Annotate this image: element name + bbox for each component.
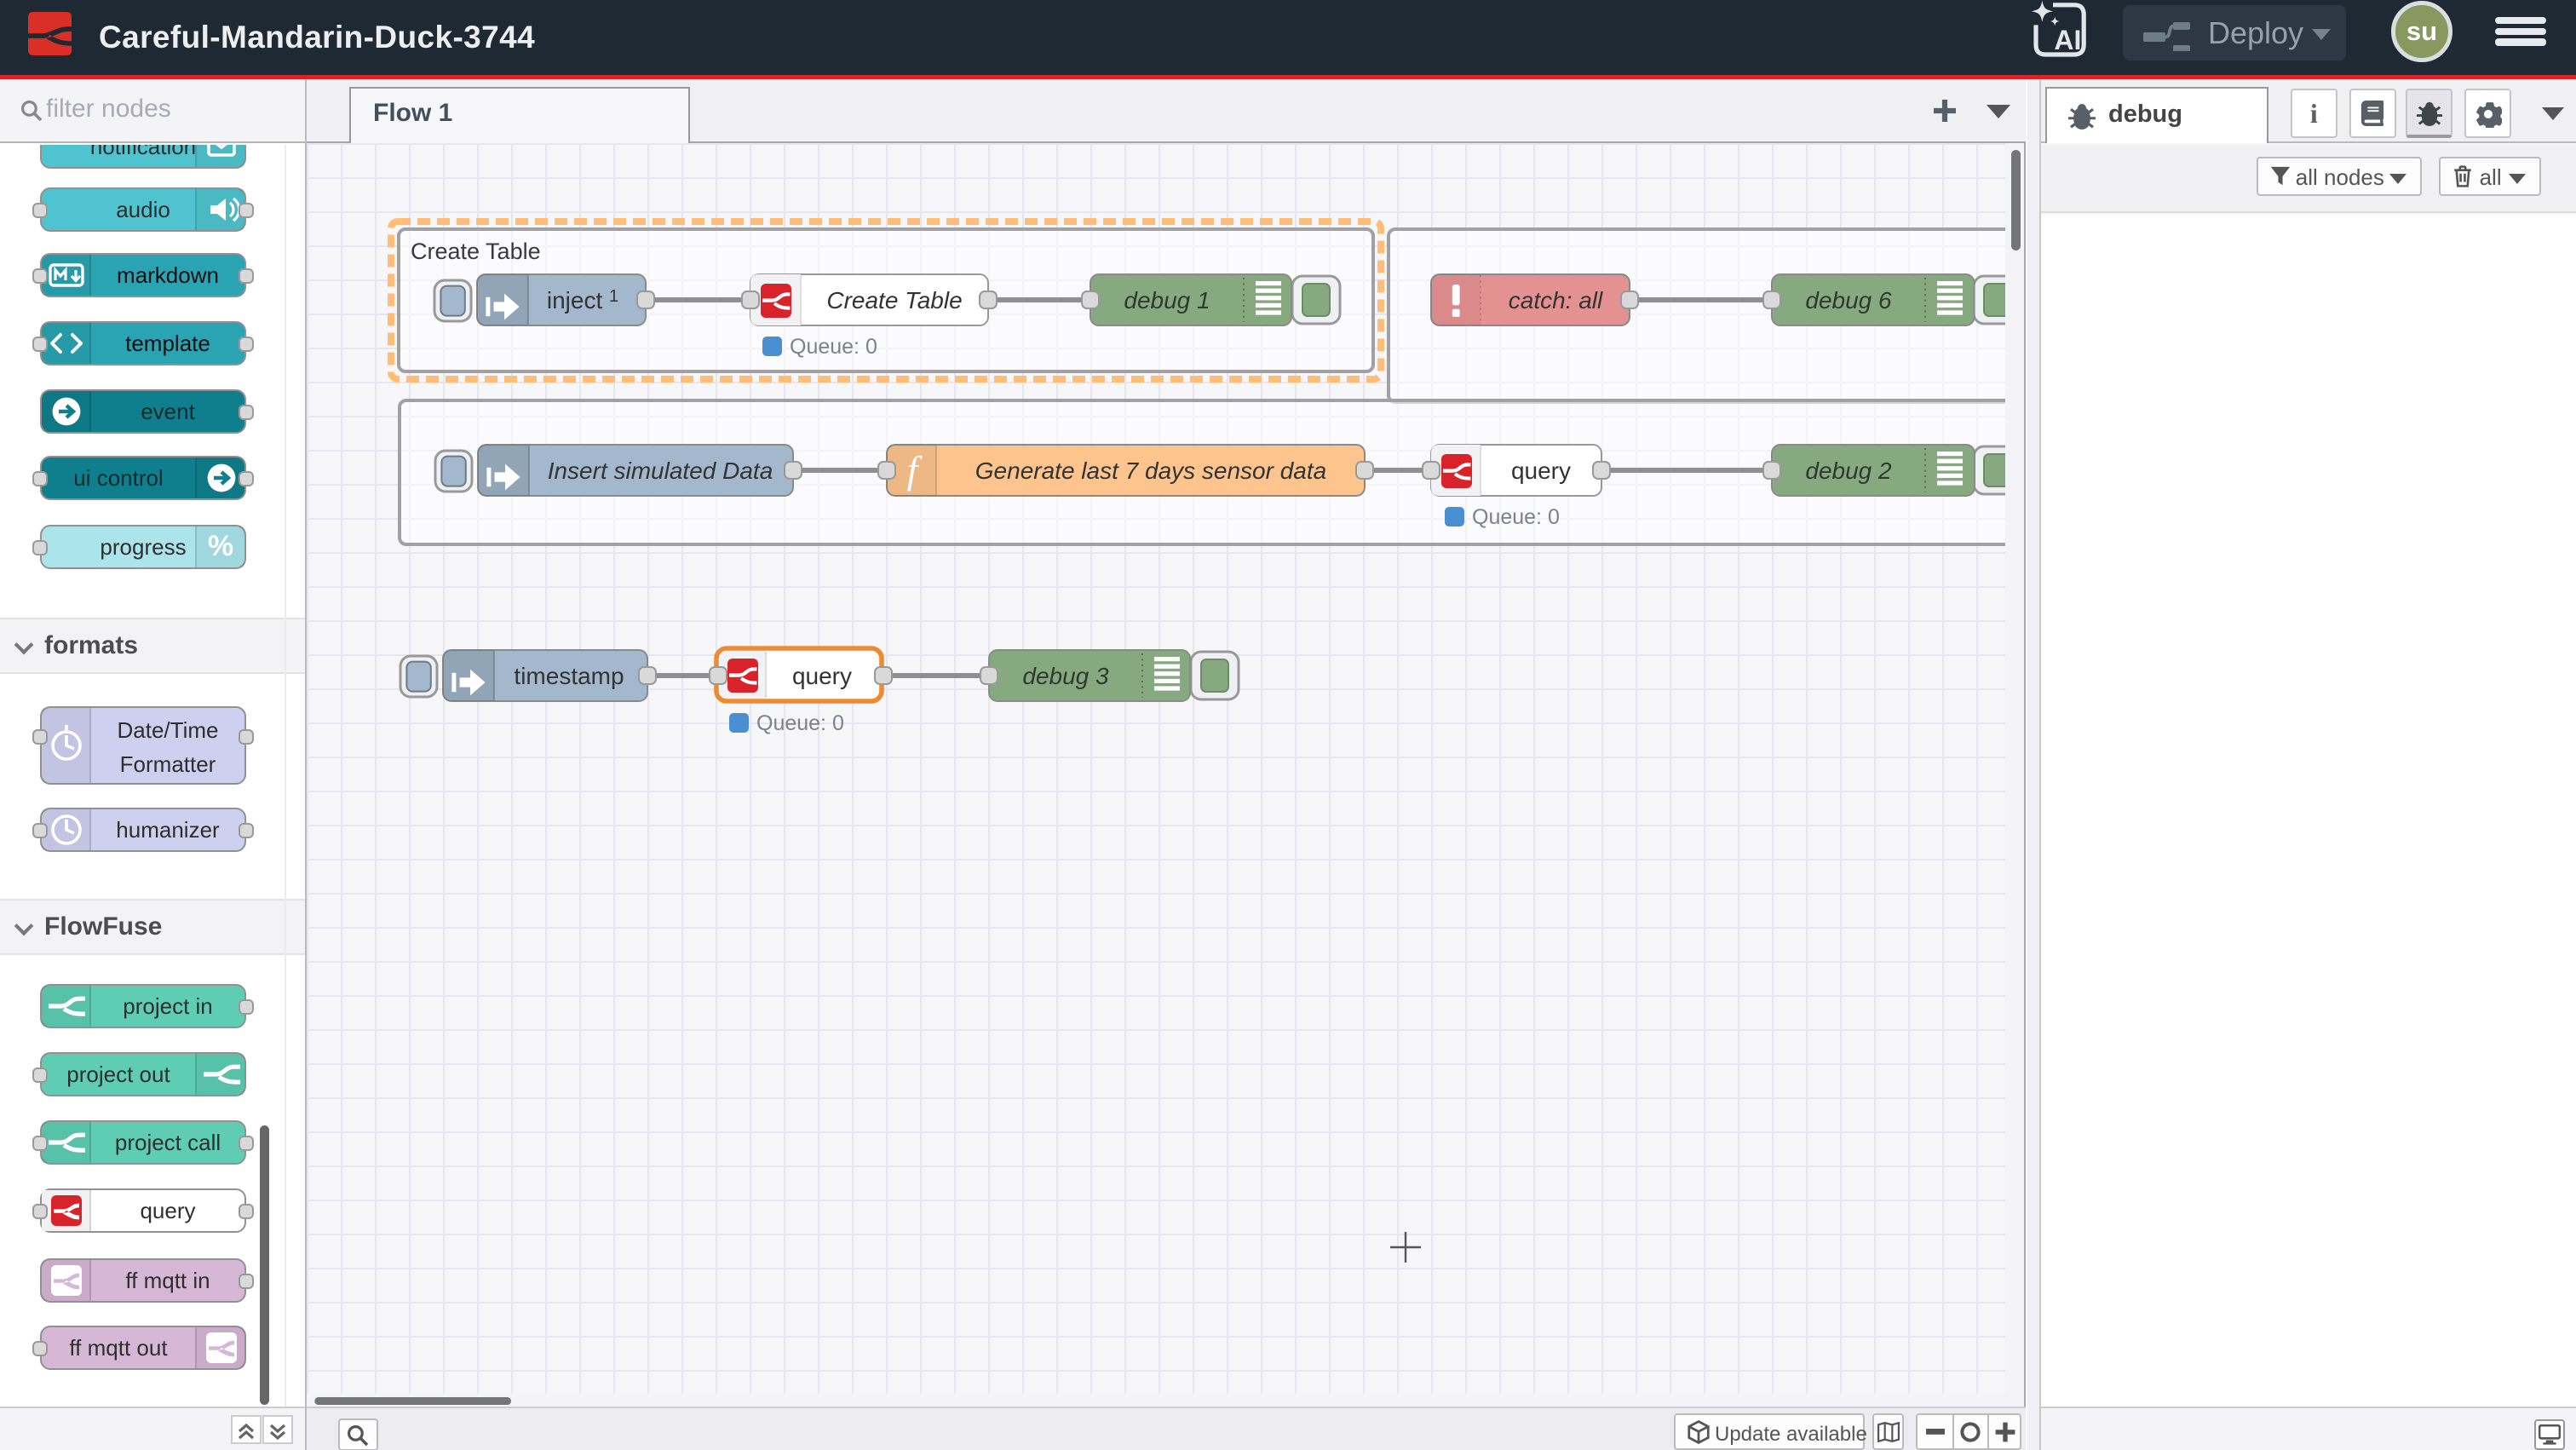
svg-text:Queue: 0: Queue: 0 bbox=[790, 335, 877, 359]
svg-text:catch: all: catch: all bbox=[1509, 287, 1603, 314]
svg-text:debug 3: debug 3 bbox=[1022, 663, 1109, 689]
svg-text:Create Table: Create Table bbox=[826, 287, 962, 314]
svg-text:query: query bbox=[792, 663, 852, 689]
svg-text:inject 1: inject 1 bbox=[547, 287, 618, 314]
svg-text:debug 6: debug 6 bbox=[1805, 287, 1892, 314]
svg-text:timestamp: timestamp bbox=[514, 663, 624, 689]
svg-text:Insert simulated Data: Insert simulated Data bbox=[548, 457, 773, 484]
svg-text:Queue: 0: Queue: 0 bbox=[1472, 505, 1560, 529]
svg-text:debug 1: debug 1 bbox=[1124, 287, 1210, 314]
svg-text:query: query bbox=[1511, 457, 1571, 484]
svg-text:Generate last 7 days sensor da: Generate last 7 days sensor data bbox=[975, 457, 1326, 484]
svg-text:Queue: 0: Queue: 0 bbox=[756, 711, 844, 735]
svg-text:debug 2: debug 2 bbox=[1805, 457, 1892, 484]
svg-text:AI: AI bbox=[2054, 25, 2081, 55]
svg-text:Create Table: Create Table bbox=[411, 239, 541, 264]
